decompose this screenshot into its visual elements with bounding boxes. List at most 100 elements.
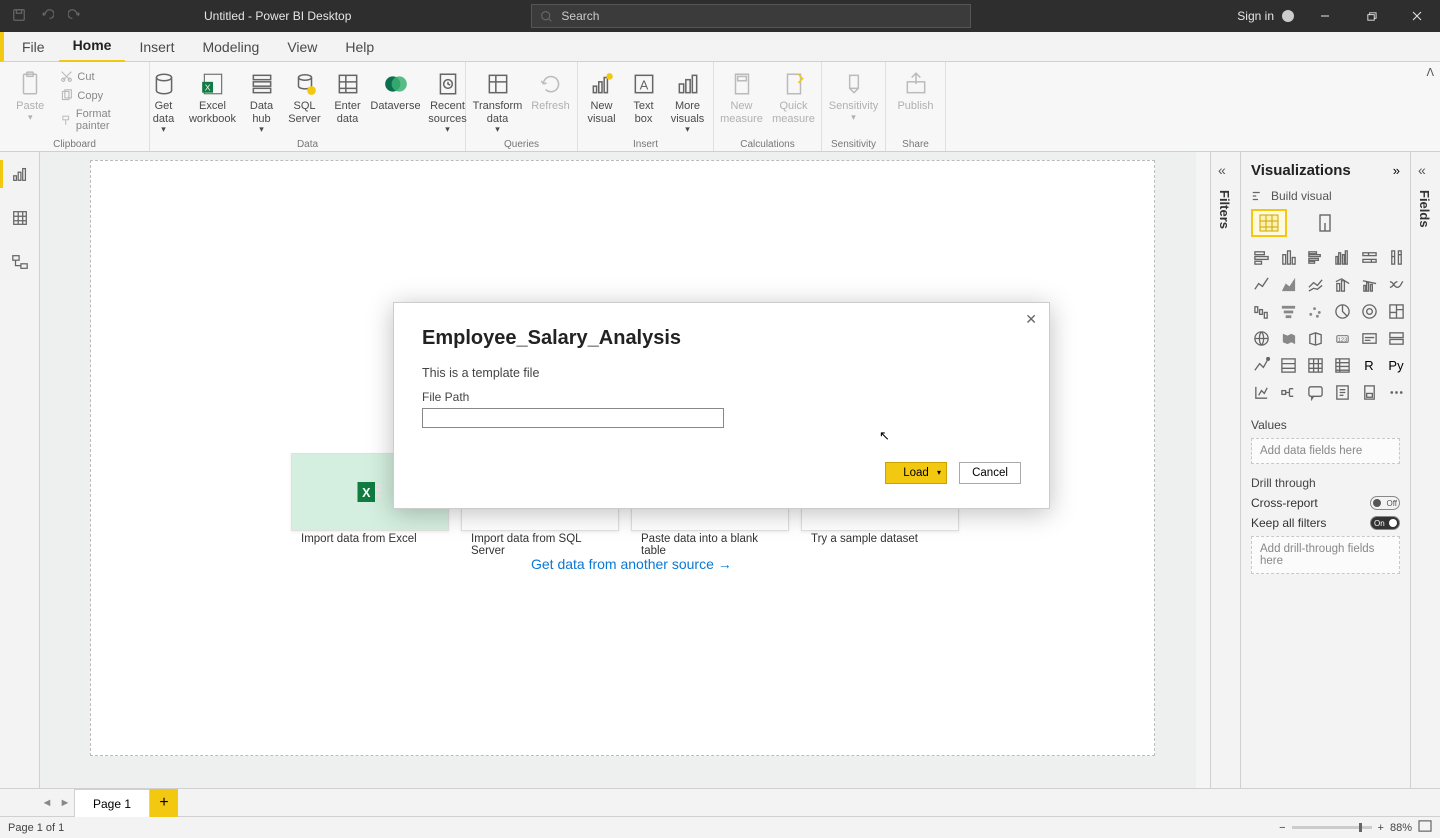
dataverse-button[interactable]: Dataverse	[370, 66, 422, 138]
filters-collapse-icon[interactable]: «	[1218, 162, 1226, 178]
values-dropzone[interactable]: Add data fields here	[1251, 438, 1400, 464]
viz-python-icon[interactable]: Py	[1386, 355, 1406, 375]
sensitivity-button[interactable]: Sensitivity▾	[826, 66, 882, 138]
copy-button[interactable]: Copy	[56, 87, 143, 104]
viz-treemap-icon[interactable]	[1386, 301, 1406, 321]
minimize-button[interactable]	[1302, 0, 1348, 32]
redo-icon[interactable]	[68, 8, 82, 25]
zoom-out-button[interactable]: −	[1279, 822, 1285, 834]
drillthrough-dropzone[interactable]: Add drill-through fields here	[1251, 536, 1400, 574]
viz-expand-icon[interactable]: »	[1393, 163, 1400, 178]
viz-table-icon[interactable]	[1305, 355, 1325, 375]
viz-kpi-icon[interactable]	[1251, 355, 1271, 375]
keep-filters-toggle[interactable]: On	[1370, 516, 1400, 530]
viz-100-bar-icon[interactable]	[1359, 247, 1379, 267]
viz-narrative-icon[interactable]	[1332, 382, 1352, 402]
viz-filled-map-icon[interactable]	[1278, 328, 1298, 348]
viz-r-icon[interactable]: R	[1359, 355, 1379, 375]
viz-funnel-icon[interactable]	[1278, 301, 1298, 321]
nav-report-view[interactable]	[8, 162, 32, 186]
quick-measure-button[interactable]: Quick measure	[769, 66, 819, 138]
enter-data-button[interactable]: Enter data	[328, 66, 368, 138]
paste-button[interactable]: Paste ▾	[6, 66, 54, 138]
data-hub-button[interactable]: Data hub▾	[242, 66, 282, 138]
new-measure-button[interactable]: New measure	[717, 66, 767, 138]
undo-icon[interactable]	[40, 8, 54, 25]
ribbon-collapse-icon[interactable]: ᐱ	[1426, 66, 1434, 79]
viz-waterfall-icon[interactable]	[1251, 301, 1271, 321]
get-data-button[interactable]: Get data▾	[144, 66, 184, 138]
tab-modeling[interactable]: Modeling	[188, 32, 273, 62]
viz-more-icon[interactable]	[1386, 382, 1406, 402]
nav-data-view[interactable]	[8, 206, 32, 230]
viz-line-column-icon[interactable]	[1332, 274, 1352, 294]
viz-100-column-icon[interactable]	[1386, 247, 1406, 267]
fit-page-button[interactable]	[1418, 820, 1432, 835]
sql-server-button[interactable]: SQL Server	[284, 66, 326, 138]
vertical-scrollbar[interactable]	[1196, 152, 1210, 788]
file-path-input[interactable]	[422, 408, 724, 428]
tab-file[interactable]: File	[8, 32, 59, 62]
viz-line-clustered-icon[interactable]	[1359, 274, 1379, 294]
viz-matrix-icon[interactable]	[1332, 355, 1352, 375]
cut-button[interactable]: Cut	[56, 68, 143, 85]
tab-home[interactable]: Home	[59, 30, 126, 63]
viz-line-icon[interactable]	[1251, 274, 1271, 294]
add-page-button[interactable]: +	[150, 789, 178, 817]
viz-map-icon[interactable]	[1251, 328, 1271, 348]
viz-decomposition-icon[interactable]	[1278, 382, 1298, 402]
maximize-button[interactable]	[1348, 0, 1394, 32]
text-box-button[interactable]: AText box	[625, 66, 663, 138]
more-visuals-button[interactable]: More visuals▾	[665, 66, 711, 138]
close-button[interactable]	[1394, 0, 1440, 32]
publish-button[interactable]: Publish	[890, 66, 942, 138]
page-prev-button[interactable]: ◄	[38, 797, 56, 809]
search-box[interactable]: Search	[531, 4, 971, 28]
page-next-button[interactable]: ►	[56, 797, 74, 809]
excel-workbook-button[interactable]: XExcel workbook	[186, 66, 240, 138]
zoom-slider[interactable]	[1292, 826, 1372, 829]
page-tab-1[interactable]: Page 1	[74, 789, 150, 817]
nav-model-view[interactable]	[8, 250, 32, 274]
cancel-button[interactable]: Cancel	[959, 462, 1021, 484]
viz-donut-icon[interactable]	[1359, 301, 1379, 321]
transform-data-button[interactable]: Transform data▾	[470, 66, 526, 138]
viz-stacked-area-icon[interactable]	[1305, 274, 1325, 294]
format-painter-button[interactable]: Format painter	[56, 106, 143, 134]
recent-sources-button[interactable]: Recent sources▾	[424, 66, 472, 138]
cross-report-toggle[interactable]: Off	[1370, 496, 1400, 510]
card-sample-label: Try a sample dataset	[801, 529, 959, 561]
get-data-other-link[interactable]: Get data from another source →	[531, 556, 732, 572]
viz-gauge-icon[interactable]: 123	[1332, 328, 1352, 348]
viz-slicer-icon[interactable]	[1278, 355, 1298, 375]
viz-stacked-column-icon[interactable]	[1278, 247, 1298, 267]
viz-stacked-bar-icon[interactable]	[1251, 247, 1271, 267]
build-tab-format[interactable]	[1307, 209, 1343, 237]
new-visual-button[interactable]: New visual	[581, 66, 623, 138]
viz-qa-icon[interactable]	[1305, 382, 1325, 402]
build-visual-icon	[1251, 189, 1265, 203]
dialog-close-button[interactable]: ✕	[1025, 311, 1037, 328]
sign-in-button[interactable]: Sign in	[1237, 9, 1302, 23]
tab-help[interactable]: Help	[331, 32, 388, 62]
viz-area-icon[interactable]	[1278, 274, 1298, 294]
viz-scatter-icon[interactable]	[1305, 301, 1325, 321]
zoom-in-button[interactable]: +	[1378, 822, 1384, 834]
save-icon[interactable]	[12, 8, 26, 25]
viz-clustered-bar-icon[interactable]	[1305, 247, 1325, 267]
tab-insert[interactable]: Insert	[125, 32, 188, 62]
viz-key-influencers-icon[interactable]	[1251, 382, 1271, 402]
paste-label: Paste	[16, 100, 44, 113]
load-button[interactable]: Load	[885, 462, 947, 484]
viz-card-icon[interactable]	[1359, 328, 1379, 348]
viz-paginated-icon[interactable]	[1359, 382, 1379, 402]
fields-collapse-icon[interactable]: «	[1418, 162, 1426, 178]
viz-clustered-column-icon[interactable]	[1332, 247, 1352, 267]
refresh-button[interactable]: Refresh	[528, 66, 574, 138]
build-tab-fields[interactable]	[1251, 209, 1287, 237]
viz-shape-map-icon[interactable]	[1305, 328, 1325, 348]
tab-view[interactable]: View	[273, 32, 331, 62]
viz-multirow-icon[interactable]	[1386, 328, 1406, 348]
viz-pie-icon[interactable]	[1332, 301, 1352, 321]
viz-ribbon-icon[interactable]	[1386, 274, 1406, 294]
